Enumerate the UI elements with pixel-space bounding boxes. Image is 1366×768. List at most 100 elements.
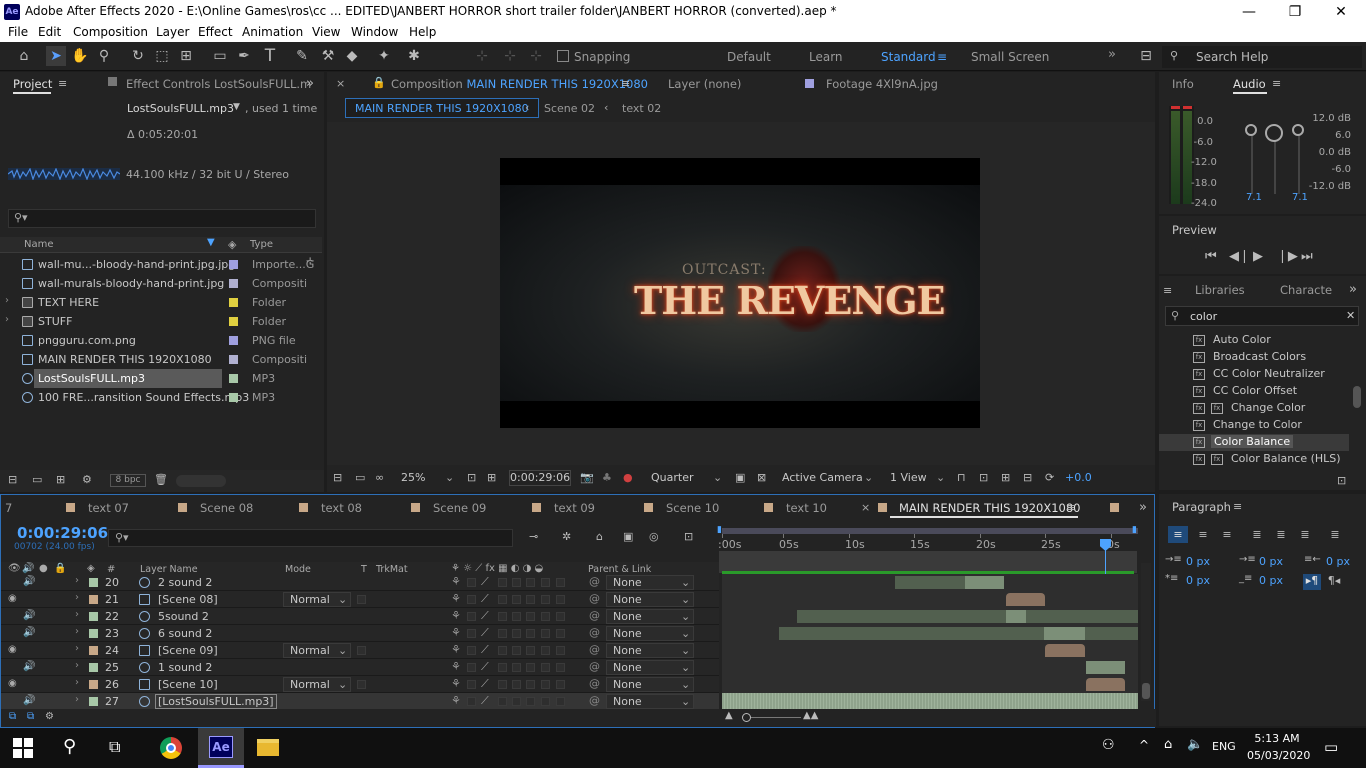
label-swatch[interactable] (229, 279, 238, 288)
quality-switch-icon[interactable]: ⟋ (481, 609, 489, 623)
show-snapshot-icon[interactable]: ♣ (602, 471, 612, 484)
file-explorer-icon[interactable] (257, 739, 279, 756)
tab-scene-09[interactable]: Scene 09 (433, 501, 486, 515)
layer-name[interactable]: 2 sound 2 (158, 576, 212, 589)
tab-text-09[interactable]: text 09 (554, 501, 595, 515)
workspace-standard[interactable]: Standard (881, 50, 936, 64)
effect-switch-box[interactable] (498, 629, 507, 638)
breadcrumb-scene02[interactable]: Scene 02 (544, 102, 595, 115)
reset-exposure-icon[interactable]: ⟳ (1045, 471, 1054, 484)
indent-right-value[interactable]: 0 px (1326, 555, 1350, 568)
brush-tool-icon[interactable]: ✎ (292, 46, 312, 66)
parent-dropdown[interactable]: None ⌄ (606, 643, 694, 658)
camera-tool-icon[interactable]: ⬚ (152, 46, 172, 66)
menu-animation[interactable]: Animation (242, 25, 303, 39)
layer-duration-bar[interactable] (1006, 593, 1045, 606)
audio-toggle-icon[interactable]: 🔊 (22, 563, 34, 574)
layer-name[interactable]: [Scene 09] (158, 644, 218, 657)
collapse-switch-box[interactable] (467, 578, 476, 587)
eye-icon[interactable]: ◉ (8, 593, 17, 604)
adjustment-switch-box[interactable] (541, 595, 550, 604)
label-swatch[interactable] (229, 317, 238, 326)
quality-switch-icon[interactable]: ⟋ (481, 660, 489, 674)
more-workspaces-icon[interactable]: » (1108, 47, 1116, 62)
blend-mode-dropdown[interactable]: Normal ⌄ (283, 643, 351, 658)
expand-arrow-icon[interactable]: › (75, 660, 79, 671)
motion-blur-switch-box[interactable] (526, 629, 535, 638)
layer-name[interactable]: [LostSoulsFULL.mp3] (155, 694, 277, 709)
tab-scene-10[interactable]: Scene 10 (666, 501, 719, 515)
last-frame-icon[interactable]: ⏭ (1301, 249, 1313, 264)
new-composition-icon[interactable]: ⊞ (56, 473, 65, 486)
project-search-input[interactable]: ⚲▾ (8, 209, 316, 228)
3d-switch-box[interactable] (556, 578, 565, 587)
effect-switch-box[interactable] (498, 646, 507, 655)
collapse-switch-box[interactable] (467, 629, 476, 638)
rtl-direction-icon[interactable]: ¶◂ (1325, 574, 1343, 590)
timeline-layer-row[interactable]: ◉ › 24 [Scene 09] Normal ⌄ ⚘ ⟋ @ None ⌄ (1, 642, 719, 659)
label-swatch[interactable] (89, 629, 98, 638)
adjust-settings-icon[interactable]: ⚙ (82, 473, 92, 486)
shy-switch-icon[interactable]: ⚘ (451, 643, 461, 656)
motion-blur-switch-box[interactable] (526, 697, 535, 706)
label-swatch[interactable] (89, 595, 98, 604)
timeline-scrollbar[interactable] (1141, 563, 1151, 701)
motion-blur-switch-box[interactable] (526, 646, 535, 655)
preserve-transparency-box[interactable] (357, 680, 366, 689)
pen-tool-icon[interactable]: ✒ (234, 46, 254, 66)
selection-tool-icon[interactable]: ➤ (46, 46, 66, 66)
effect-item-auto-color[interactable]: fx Auto Color (1193, 332, 1353, 349)
video-toggle-icon[interactable]: 👁 (8, 563, 21, 574)
layer-duration-bar[interactable] (1045, 644, 1085, 657)
quality-switch-icon[interactable]: ⟋ (481, 626, 489, 640)
show-channel-icon[interactable]: ∞ (375, 471, 384, 484)
shy-switch-icon[interactable]: ⚘ (451, 592, 461, 605)
breadcrumb-main[interactable]: MAIN RENDER THIS 1920X1080 ‹ (345, 98, 539, 118)
first-frame-icon[interactable]: ⏮ (1205, 249, 1217, 264)
align-center-icon[interactable]: ≡ (1193, 526, 1213, 543)
list-item[interactable]: › TEXT HERE Folder (0, 293, 322, 312)
shy-switch-icon[interactable]: ⚘ (451, 660, 461, 673)
expand-arrow-icon[interactable]: › (5, 314, 9, 325)
layer-duration-bar[interactable] (722, 693, 1138, 710)
workspace-menu-icon[interactable]: ≡ (937, 50, 947, 64)
pick-whip-icon[interactable]: @ (589, 643, 600, 656)
motion-blur-switch-box[interactable] (526, 612, 535, 621)
adjustment-switch-box[interactable] (541, 612, 550, 621)
3d-switch-box[interactable] (556, 612, 565, 621)
expand-arrow-icon[interactable]: › (75, 609, 79, 620)
menu-help[interactable]: Help (409, 25, 436, 39)
parent-dropdown[interactable]: None ⌄ (606, 575, 694, 590)
layer-track[interactable] (722, 625, 1138, 642)
close-button[interactable]: ✕ (1326, 2, 1356, 22)
after-effects-taskbar-button[interactable]: Ae (198, 728, 244, 768)
fast-previews-icon[interactable]: ▣ (735, 471, 745, 484)
search-help-box[interactable]: ⚲ Search Help (1162, 46, 1362, 68)
frame-blending-icon[interactable]: ▣ (623, 530, 633, 543)
scroll-thumb[interactable] (1142, 683, 1150, 699)
tab-scene-08[interactable]: Scene 08 (200, 501, 253, 515)
column-name[interactable]: Name (24, 239, 54, 250)
region-of-interest-icon[interactable]: ⊡ (467, 471, 476, 484)
zoom-dropdown[interactable]: 25% ⌄ (395, 471, 457, 487)
comp-menu-icon[interactable]: ≡ (621, 77, 630, 90)
effect-item-cc-color-offset[interactable]: fx CC Color Offset (1193, 383, 1353, 400)
new-bin-icon[interactable]: ⊡ (1337, 474, 1346, 487)
motion-blur-switch-box[interactable] (526, 680, 535, 689)
frame-blend-switch-box[interactable] (512, 578, 521, 587)
label-swatch[interactable] (229, 393, 238, 402)
tab-main-render[interactable]: MAIN RENDER THIS 1920X1080 (899, 501, 1081, 515)
tab-text-08[interactable]: text 08 (321, 501, 362, 515)
list-item[interactable]: wall-mu...-bloody-hand-print.jpg.jpg Impo… (0, 255, 322, 274)
adjustment-switch-box[interactable] (541, 578, 550, 587)
parent-dropdown[interactable]: None ⌄ (606, 626, 694, 641)
panel-menu-icon[interactable]: ≡ (1163, 284, 1172, 297)
windows-start-icon[interactable] (13, 738, 33, 758)
selected-item-dropdown-icon[interactable]: ▼ (233, 102, 240, 112)
exposure-value[interactable]: +0.0 (1065, 471, 1092, 484)
collapse-switch-box[interactable] (467, 663, 476, 672)
camera-dropdown[interactable]: Active Camera ⌄ (776, 471, 878, 487)
left-volume-knob[interactable] (1245, 124, 1257, 136)
flowchart-icon[interactable]: ⊞ (1001, 471, 1010, 484)
shy-switch-icon[interactable]: ⚘ (451, 609, 461, 622)
